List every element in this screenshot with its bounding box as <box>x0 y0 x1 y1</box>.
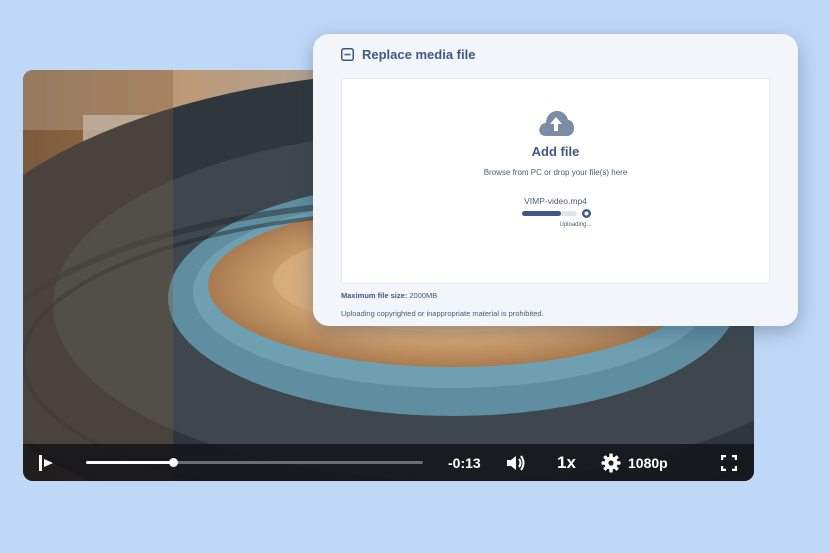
seek-handle[interactable] <box>169 458 179 467</box>
fullscreen-button[interactable] <box>721 444 737 481</box>
time-remaining: -0:13 <box>448 454 481 471</box>
playback-speed[interactable]: 1x <box>557 444 576 481</box>
upload-status: Uploading... <box>559 222 592 228</box>
gear-icon <box>601 453 621 472</box>
dropzone-instructions: Browse from PC or drop your file(s) here <box>483 168 628 177</box>
quality-label: 1080p <box>628 454 668 471</box>
volume-icon <box>507 454 525 471</box>
dialog-title: Replace media file <box>362 46 476 62</box>
replace-media-dialog: Replace media file Add file Browse from … <box>313 34 798 326</box>
uploading-file-name: VIMP-video.mp4 <box>524 196 587 206</box>
player-controls: -0:13 1x 1080p <box>23 444 754 481</box>
max-file-size: Maximum file size: 2000MB <box>341 291 437 300</box>
max-file-size-value: 2000MB <box>409 291 438 300</box>
cancel-icon[interactable] <box>582 209 591 218</box>
play-icon <box>39 454 53 471</box>
upload-progress-fill <box>522 211 561 216</box>
seek-bar-progress <box>86 461 174 464</box>
upload-progress-bar <box>522 211 577 216</box>
file-dropzone[interactable]: Add file Browse from PC or drop your fil… <box>341 78 770 284</box>
seek-bar[interactable] <box>86 458 423 467</box>
quality-settings[interactable]: 1080p <box>601 444 668 481</box>
upload-policy-notice: Uploading copyrighted or inappropriate m… <box>341 309 544 318</box>
max-file-size-label: Maximum file size: <box>341 291 408 300</box>
volume-button[interactable] <box>506 444 528 481</box>
fullscreen-icon <box>721 454 737 471</box>
play-button[interactable] <box>37 444 61 481</box>
add-file-label: Add file <box>531 144 580 159</box>
collapse-icon[interactable] <box>341 47 354 61</box>
dialog-header: Replace media file <box>341 44 475 64</box>
cloud-upload-icon <box>539 111 574 136</box>
